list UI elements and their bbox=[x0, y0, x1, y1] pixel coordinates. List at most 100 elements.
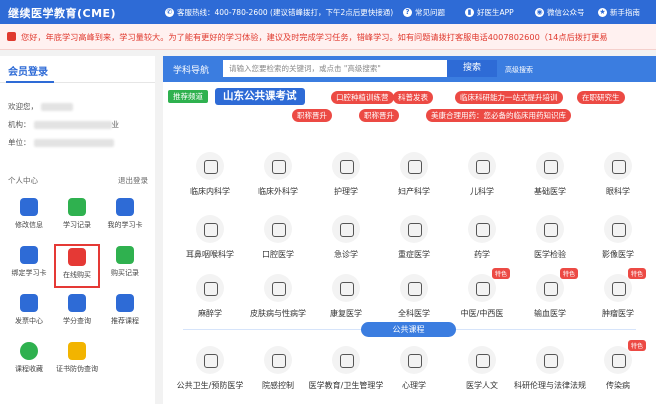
recommend-pill[interactable]: 职称晋升 bbox=[359, 109, 399, 122]
recommend-pill[interactable]: 科普发表 bbox=[393, 91, 433, 104]
advanced-search-link[interactable]: 高级搜索 bbox=[505, 65, 533, 75]
recommend-pill[interactable]: 职称晋升 bbox=[292, 109, 332, 122]
microscope-icon bbox=[536, 215, 564, 243]
org-row: 机构：业 bbox=[8, 120, 119, 129]
pregnancy-icon bbox=[400, 152, 428, 180]
rehab-icon bbox=[332, 274, 360, 302]
recommend-icon bbox=[116, 294, 134, 312]
menu-my-card[interactable]: 我的学习卡 bbox=[102, 198, 148, 242]
search-bar: 学科导航 请输入您要检索的关键词，或点击 "高级搜索" 搜索 高级搜索 bbox=[163, 56, 656, 82]
recommend-pill[interactable]: 口腔种植训练营 bbox=[331, 91, 394, 104]
recommend-pill[interactable]: 美康合理用药：您必备的临床用药知识库 bbox=[426, 109, 571, 122]
menu-study-record[interactable]: 学习记录 bbox=[54, 198, 100, 242]
subject-nav[interactable]: 学科导航 bbox=[173, 63, 209, 76]
main-panel: 学科导航 请输入您要检索的关键词，或点击 "高级搜索" 搜索 高级搜索 推荐频道… bbox=[163, 56, 656, 404]
wechat-icon: ◉ bbox=[535, 8, 544, 17]
online-buy-icon bbox=[68, 248, 86, 266]
certificate-icon bbox=[68, 342, 86, 360]
menu-recommend[interactable]: 推荐课程 bbox=[102, 294, 148, 338]
category-ophthalmology[interactable]: 眼科学 bbox=[578, 152, 656, 208]
unit-row: 单位： bbox=[8, 137, 114, 148]
record-icon bbox=[68, 198, 86, 216]
stethoscope-icon bbox=[536, 152, 564, 180]
welcome-row: 欢迎您， bbox=[8, 101, 73, 112]
invoice-icon bbox=[20, 294, 38, 312]
law-icon bbox=[536, 346, 564, 374]
guide-icon: ★ bbox=[598, 8, 607, 17]
member-panel: 会员登录 欢迎您， 机构：业 单位： 个人中心 退出登录 修改信息 学习记录 我… bbox=[0, 56, 155, 404]
member-login-title: 会员登录 bbox=[8, 67, 48, 78]
tumor-icon bbox=[604, 274, 632, 302]
recommend-main-link[interactable]: 山东公共课考试 bbox=[215, 88, 305, 105]
emergency-icon bbox=[332, 215, 360, 243]
syringe-icon bbox=[196, 274, 224, 302]
personal-center-row: 个人中心 退出登录 bbox=[8, 175, 148, 186]
imaging-icon bbox=[604, 215, 632, 243]
feature-badge: 特色 bbox=[559, 268, 578, 279]
ear-icon bbox=[196, 215, 224, 243]
blood-icon bbox=[536, 274, 564, 302]
mobile-icon: ▮ bbox=[465, 8, 474, 17]
pill-icon bbox=[468, 215, 496, 243]
notice-text: 您好，年底学习高峰到来，学习量较大。为了能有更好的学习体验，建议及时完成学习任务… bbox=[21, 32, 608, 42]
category-imaging[interactable]: 影像医学 bbox=[578, 215, 656, 271]
scalpel-icon bbox=[264, 152, 292, 180]
hotline: ✆ 客服热线：400-780-2600 (建议错峰拨打，下午2点后更快接通) bbox=[165, 7, 393, 18]
recommend-pill[interactable]: 在职研究生 bbox=[577, 91, 625, 104]
recommend-tag: 推荐频道 bbox=[168, 90, 208, 103]
title-underline bbox=[6, 81, 54, 83]
menu-certificate[interactable]: 证书防伪查询 bbox=[54, 342, 100, 386]
recommend-pill[interactable]: 临床科研能力一站式提升培训 bbox=[455, 91, 563, 104]
humanities-icon bbox=[468, 346, 496, 374]
redacted-unit bbox=[33, 139, 114, 147]
menu-invoice[interactable]: 发票中心 bbox=[6, 294, 52, 338]
hotline-text: 客服热线：400-780-2600 (建议错峰拨打，下午2点后更快接通) bbox=[177, 8, 394, 17]
menu-edit-info[interactable]: 修改信息 bbox=[6, 198, 52, 242]
brand-title[interactable]: 继续医学教育(CME) bbox=[8, 5, 116, 21]
heart-icon bbox=[400, 346, 428, 374]
search-input[interactable]: 请输入您要检索的关键词，或点击 "高级搜索" bbox=[223, 60, 447, 77]
app-link[interactable]: ▮ 好医生APP bbox=[465, 7, 514, 18]
public-course-item[interactable]: 特色 传染病 bbox=[578, 340, 656, 402]
general-icon bbox=[400, 274, 428, 302]
category-oncology[interactable]: 特色 肿瘤医学 bbox=[578, 268, 656, 330]
menu-favorite[interactable]: 课程收藏 bbox=[6, 342, 52, 386]
phone-icon: ✆ bbox=[165, 8, 174, 17]
icu-icon bbox=[400, 215, 428, 243]
tooth-icon bbox=[264, 215, 292, 243]
top-bar: 继续医学教育(CME) ✆ 客服热线：400-780-2600 (建议错峰拨打，… bbox=[0, 0, 656, 24]
question-icon: ? bbox=[403, 8, 412, 17]
favorite-icon bbox=[20, 342, 38, 360]
purchase-record-icon bbox=[116, 246, 134, 264]
personal-center-label: 个人中心 bbox=[8, 176, 38, 185]
guide-link[interactable]: ★ 新手指南 bbox=[598, 7, 640, 18]
search-button[interactable]: 搜索 bbox=[447, 60, 497, 77]
baby-icon bbox=[468, 152, 496, 180]
speaker-icon bbox=[7, 32, 16, 41]
virus-icon bbox=[604, 346, 632, 374]
card-icon bbox=[116, 198, 134, 216]
notice-bar: 您好，年底学习高峰到来，学习量较大。为了能有更好的学习体验，建议及时完成学习任务… bbox=[0, 24, 656, 50]
stethoscope-icon bbox=[196, 152, 224, 180]
credit-query-icon bbox=[68, 294, 86, 312]
nurse-icon bbox=[332, 152, 360, 180]
feature-badge: 特色 bbox=[627, 268, 646, 279]
redacted-org bbox=[33, 121, 112, 129]
menu-credit-query[interactable]: 学分查询 bbox=[54, 294, 100, 338]
eye-icon bbox=[604, 152, 632, 180]
public-health-icon bbox=[196, 346, 224, 374]
bind-card-icon bbox=[20, 246, 38, 264]
redacted-name bbox=[41, 103, 73, 111]
logout-link[interactable]: 退出登录 bbox=[118, 175, 148, 186]
faq-link[interactable]: ? 常见问题 bbox=[403, 7, 445, 18]
public-courses-title[interactable]: 公共课程 bbox=[361, 322, 456, 337]
menu-purchase-record[interactable]: 购买记录 bbox=[102, 246, 148, 290]
menu-online-buy[interactable]: 在线购买 bbox=[54, 244, 100, 288]
feature-badge: 特色 bbox=[491, 268, 510, 279]
mask-icon bbox=[264, 346, 292, 374]
menu-bind-card[interactable]: 绑定学习卡 bbox=[6, 246, 52, 290]
tcm-icon bbox=[468, 274, 496, 302]
education-icon bbox=[332, 346, 360, 374]
wechat-link[interactable]: ◉ 微信公众号 bbox=[535, 7, 585, 18]
feature-badge: 特色 bbox=[627, 340, 646, 351]
